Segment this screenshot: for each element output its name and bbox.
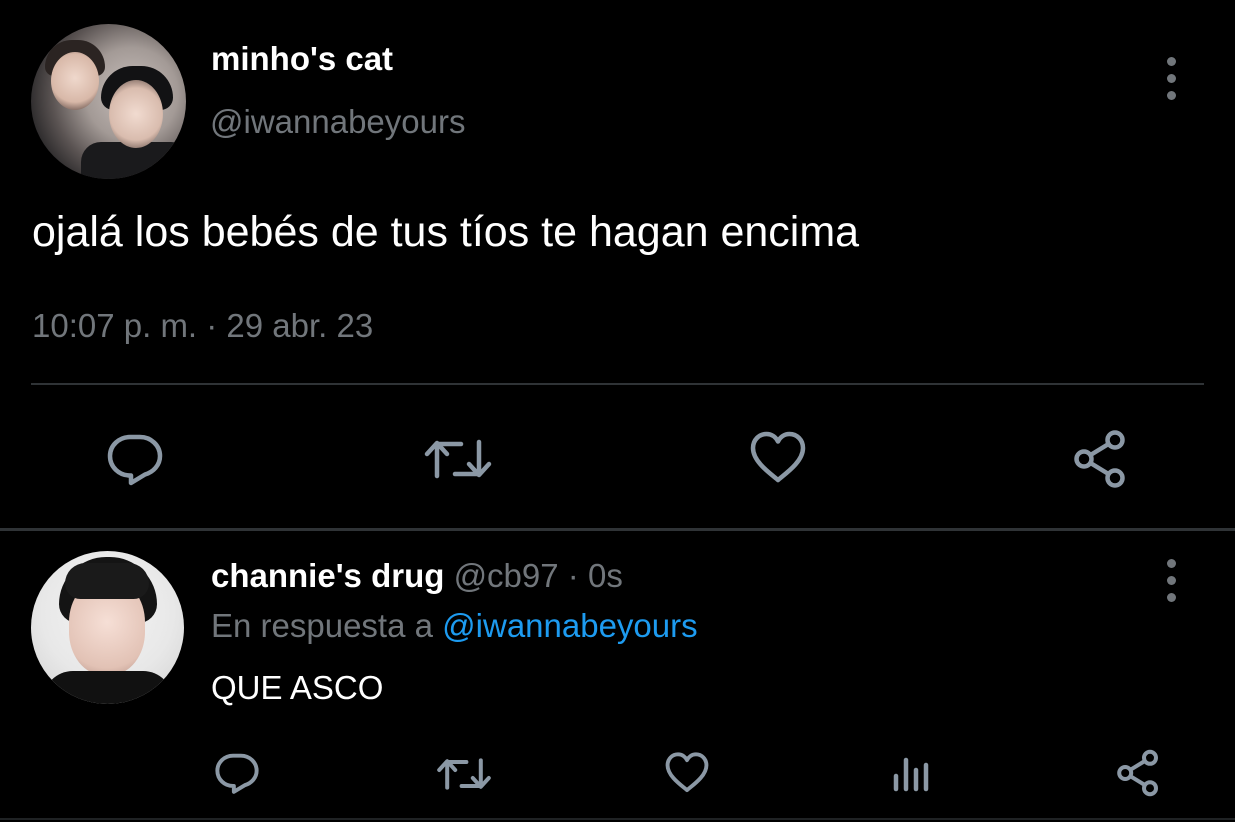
avatar[interactable]	[31, 551, 184, 704]
retweet-icon	[437, 758, 491, 790]
like-icon	[665, 752, 709, 793]
replying-to: En respuesta a @iwannabeyours	[211, 607, 698, 645]
reply-icon	[215, 753, 259, 794]
replying-to-label: En respuesta a	[211, 607, 433, 644]
reply-icon	[107, 434, 163, 486]
share-icon	[1117, 749, 1158, 797]
like-button[interactable]	[662, 749, 712, 797]
reply-button[interactable]	[103, 428, 167, 490]
retweet-button[interactable]	[434, 750, 494, 798]
retweet-button[interactable]	[422, 428, 494, 490]
reply-mention-link[interactable]: @iwannabeyours	[442, 607, 697, 644]
more-options-icon[interactable]	[1161, 57, 1181, 100]
like-icon	[750, 431, 806, 483]
reply-button[interactable]	[211, 748, 263, 798]
section-divider	[0, 528, 1235, 531]
reply-text: QUE ASCO	[211, 669, 384, 706]
analytics-button[interactable]	[888, 752, 934, 794]
share-icon	[1074, 430, 1125, 488]
share-button[interactable]	[1068, 427, 1132, 491]
author-handle[interactable]: @iwannabeyours	[210, 103, 465, 141]
analytics-icon	[893, 757, 929, 792]
like-button[interactable]	[747, 427, 809, 489]
author-display-name[interactable]: minho's cat	[211, 40, 393, 78]
bottom-divider	[0, 818, 1235, 820]
retweet-icon	[424, 439, 492, 479]
avatar[interactable]	[31, 24, 186, 179]
main-tweet[interactable]: minho's cat @iwannabeyours ojalá los beb…	[0, 0, 1235, 528]
reply-author-display-name[interactable]: channie's drug	[211, 557, 444, 594]
divider	[31, 383, 1204, 385]
reply-age: 0s	[587, 557, 623, 594]
reply-header: channie's drug @cb97 · 0s	[211, 557, 623, 595]
separator: ·	[567, 557, 579, 594]
tweet-text: ojalá los bebés de tus tíos te hagan enc…	[32, 208, 860, 256]
more-options-icon[interactable]	[1161, 559, 1181, 602]
reply-author-handle[interactable]: @cb97	[454, 557, 559, 594]
tweet-timestamp[interactable]: 10:07 p. m. · 29 abr. 23	[32, 307, 373, 345]
share-button[interactable]	[1112, 748, 1164, 798]
